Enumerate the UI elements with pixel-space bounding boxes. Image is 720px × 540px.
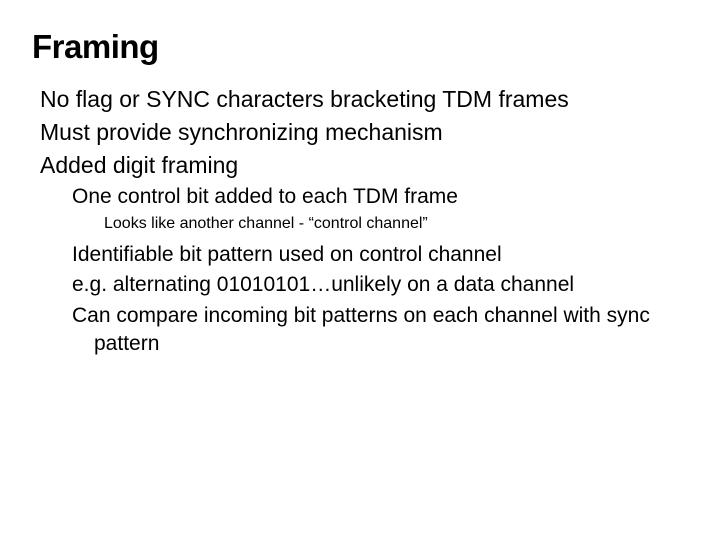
- bullet-level2: One control bit added to each TDM frame: [72, 183, 688, 211]
- bullet-level1: No flag or SYNC characters bracketing TD…: [40, 84, 688, 115]
- bullet-level3: Looks like another channel - “control ch…: [104, 213, 688, 235]
- slide-title: Framing: [32, 28, 688, 66]
- slide: Framing No flag or SYNC characters brack…: [0, 0, 720, 358]
- bullet-level2: e.g. alternating 01010101…unlikely on a …: [72, 271, 688, 299]
- bullet-level2: Identifiable bit pattern used on control…: [72, 241, 688, 269]
- bullet-level1: Must provide synchronizing mechanism: [40, 117, 688, 148]
- bullet-level1: Added digit framing: [40, 150, 688, 181]
- bullet-level2: Can compare incoming bit patterns on eac…: [72, 302, 688, 359]
